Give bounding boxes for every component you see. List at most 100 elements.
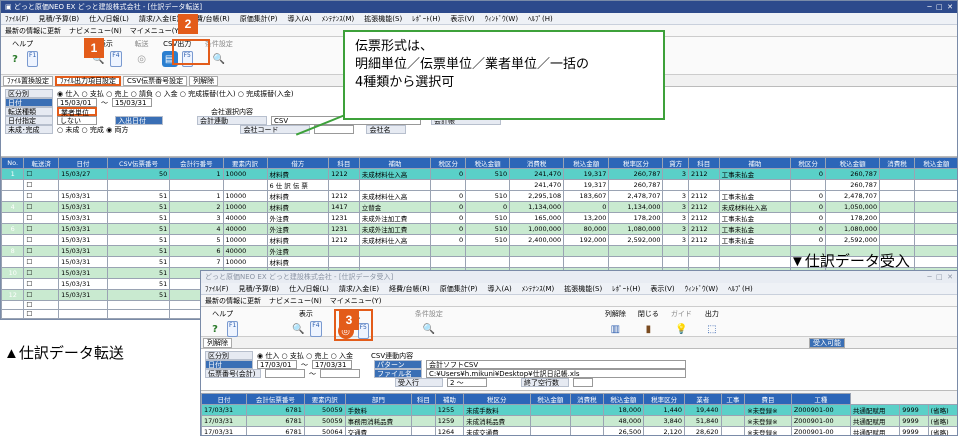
nav-menu-tab[interactable]: ナビメニュー(N) <box>69 26 122 36</box>
transfer-checkbox[interactable]: ☐ <box>23 190 60 202</box>
table-row[interactable]: 6 ☐ 15/03/31 51 4 40000 外注費 1231 未成外注加工費 0 510 1,00… <box>1 223 957 235</box>
receive-nav-menu-tab[interactable]: ナビメニュー(N) <box>269 296 322 306</box>
file-output-item-button[interactable]: ﾌｧｲﾙ出力項目設定 <box>55 75 121 86</box>
table-cell: 51 <box>106 245 171 257</box>
table-cell: 51 <box>106 267 171 279</box>
receive-maximize-icon[interactable]: □ <box>936 273 947 281</box>
date-to-input[interactable]: 15/03/31 <box>112 98 152 107</box>
back-menu-item[interactable]: 請求/入金(E) <box>139 14 179 24</box>
transfer-checkbox[interactable]: ☐ <box>23 168 60 180</box>
back-menu-item[interactable]: ﾒﾝﾃﾅﾝｽ(M) <box>322 14 355 24</box>
front-menu-item[interactable]: ﾚﾎﾟｰﾄ(H) <box>612 284 640 294</box>
front-menu-item[interactable]: 経費/台帳(R) <box>389 284 430 294</box>
transfer-checkbox[interactable]: ☐ <box>23 300 60 310</box>
transfer-checkbox[interactable]: ☐ <box>23 212 60 224</box>
receive-search-icon[interactable]: 🔍 <box>290 321 306 337</box>
table-cell: 51 <box>106 201 171 213</box>
csv-slip-number-button[interactable]: CSV伝票番号設定 <box>123 75 188 86</box>
transfer-checkbox[interactable]: ☐ <box>23 267 60 279</box>
transfer-checkbox[interactable]: ☐ <box>23 256 60 268</box>
back-menu-item[interactable]: ﾌｧｲﾙ(F) <box>5 14 29 24</box>
table-cell: 50064 <box>303 426 346 435</box>
front-menu-item[interactable]: ﾒﾝﾃﾅﾝｽ(M) <box>522 284 555 294</box>
front-menu-item[interactable]: 導入(A) <box>487 284 511 294</box>
back-menu-item[interactable]: ﾍﾙﾌﾟ(H) <box>528 14 553 24</box>
column-release-button[interactable]: 列解除 <box>189 75 219 86</box>
help-icon[interactable]: ? <box>7 51 23 67</box>
my-menu-tab[interactable]: マイメニュー(Y) <box>130 26 182 36</box>
table-row[interactable]: 5 ☐ 15/03/31 51 3 40000 外注費 1231 未成外注加工費 0 510 165,… <box>1 212 957 224</box>
transfer-checkbox[interactable]: ☐ <box>23 245 60 257</box>
transfer-icon[interactable]: ◎ <box>134 51 150 67</box>
table-row[interactable]: 17/03/31 6781 50064 交通費 1264 未成交通費 26,500 2,120… <box>201 426 957 435</box>
receive-close-icon[interactable]: ✕ <box>947 273 953 281</box>
table-row[interactable]: 4 ☐ 15/03/31 51 2 10000 材料費 1417 立替金 0 0 1,134,000 0… <box>1 201 957 213</box>
receive-date-to[interactable]: 17/03/31 <box>312 360 352 369</box>
type-select[interactable]: 業者単位 <box>57 107 97 117</box>
accept-ready-button[interactable]: 受入可能 <box>809 337 845 348</box>
back-menu-item[interactable]: 拡張機能(S) <box>364 14 402 24</box>
front-menu-item[interactable]: ﾌｧｲﾙ(F) <box>205 284 229 294</box>
transfer-checkbox[interactable]: ☐ <box>23 223 60 235</box>
col-release-icon[interactable]: ▥ <box>607 321 623 337</box>
back-menu-item[interactable]: 導入(A) <box>287 14 311 24</box>
kubun-radios[interactable]: ◉ 仕入 ○ 支払 ○ 売上 ○ 請負 ○ 入金 ○ 完成振替(仕入) ○ 完成… <box>57 89 294 99</box>
back-menu-item[interactable]: ﾚﾎﾟｰﾄ(H) <box>412 14 440 24</box>
title-bar: ▣ どっと原価NEO EX どっと建設株式会社 - [仕訳データ転送] ─ □ … <box>1 1 957 13</box>
slip-from[interactable] <box>265 369 305 378</box>
pattern-value[interactable]: 会計ソフトCSV <box>426 360 686 369</box>
refresh-tab[interactable]: 最新の情報に更新 <box>5 26 61 36</box>
table-row[interactable]: 2 ☐ 6 仕 訳 伝 票 241,470 19,317 260,787 260,787 <box>1 179 957 191</box>
cond-icon[interactable]: 🔍 <box>211 51 227 67</box>
file-replace-button[interactable]: ﾌｧｲﾙ置換設定 <box>3 75 53 86</box>
back-menu-item[interactable]: 仕入/日報(L) <box>89 14 129 24</box>
table-cell: 2112 <box>688 223 720 235</box>
transfer-checkbox[interactable]: ☐ <box>23 278 60 290</box>
back-menu-item[interactable]: 表示(V) <box>450 14 474 24</box>
status-radios[interactable]: ○ 未成 ○ 完成 ◉ 両方 <box>57 125 128 135</box>
receive-date-from[interactable]: 17/03/01 <box>257 360 297 369</box>
transfer-checkbox[interactable]: ☐ <box>23 289 60 301</box>
receive-help-icon[interactable]: ? <box>207 321 223 337</box>
front-menu-item[interactable]: 原価集計(P) <box>440 284 478 294</box>
guide-icon[interactable]: 💡 <box>673 321 689 337</box>
table-cell: 178,200 <box>608 212 664 224</box>
file-value[interactable]: C:¥Users¥h.mikuni¥Desktop¥仕訳日記帳.xls <box>426 369 686 378</box>
table-row[interactable]: 17/03/31 6781 50059 事務用消耗品費 1259 未成消耗品費 48,000… <box>201 415 957 427</box>
door-icon[interactable]: ▮ <box>640 321 656 337</box>
transfer-checkbox[interactable]: ☐ <box>23 179 60 191</box>
transfer-checkbox[interactable]: ☐ <box>23 234 60 246</box>
slip-to[interactable] <box>320 369 360 378</box>
accept-row-value[interactable]: 2 ～ <box>447 378 487 387</box>
front-menu-item[interactable]: ﾍﾙﾌﾟ(H) <box>728 284 753 294</box>
front-menu-item[interactable]: 仕入/日報(L) <box>289 284 329 294</box>
table-cell <box>662 179 690 191</box>
minimize-icon[interactable]: ─ <box>927 3 936 11</box>
table-row[interactable]: 17/03/31 6781 50059 手数料 1255 未成手数料 18,000 1,440… <box>201 404 957 416</box>
transfer-checkbox[interactable]: ☐ <box>23 309 60 319</box>
table-row[interactable]: 1 ☐ 15/03/27 50 1 10000 材料費 1212 未成材料仕入高 0 510 241,… <box>1 168 957 180</box>
front-menu-item[interactable]: 表示(V) <box>650 284 674 294</box>
transfer-col-header: 税区分 <box>790 157 827 169</box>
receive-col-release-button[interactable]: 列解除 <box>203 337 232 348</box>
transfer-checkbox[interactable]: ☐ <box>23 201 60 213</box>
receive-refresh-tab[interactable]: 最新の情報に更新 <box>205 296 261 306</box>
close-icon[interactable]: ✕ <box>947 3 953 11</box>
output-icon[interactable]: ⬚ <box>704 321 720 337</box>
receive-cond-icon[interactable]: 🔍 <box>421 321 437 337</box>
receive-my-menu-tab[interactable]: マイメニュー(Y) <box>330 296 382 306</box>
front-menu-item[interactable]: 見積/予算(B) <box>239 284 280 294</box>
caption-transfer: ▲仕訳データ転送 <box>4 345 124 362</box>
table-row[interactable]: 3 ☐ 15/03/31 51 1 10000 材料費 1212 未成材料仕入高 0 510 2,29… <box>1 190 957 202</box>
front-menu-item[interactable]: 請求/入金(E) <box>339 284 379 294</box>
back-menu-item[interactable]: 見積/予算(B) <box>39 14 80 24</box>
front-menu-item[interactable]: 拡張機能(S) <box>564 284 602 294</box>
maximize-icon[interactable]: □ <box>936 3 947 11</box>
table-row[interactable]: 7 ☐ 15/03/31 51 5 10000 材料費 1212 未成材料仕入高 0 510 2,40… <box>1 234 957 246</box>
end-row-value[interactable] <box>573 378 593 387</box>
receive-minimize-icon[interactable]: ─ <box>927 273 936 281</box>
back-menu-item[interactable]: 原価集計(P) <box>240 14 278 24</box>
back-menu-item[interactable]: ｳｨﾝﾄﾞｳ(W) <box>485 14 518 24</box>
date-from-input[interactable]: 15/03/01 <box>57 98 97 107</box>
front-menu-item[interactable]: ｳｨﾝﾄﾞｳ(W) <box>685 284 718 294</box>
